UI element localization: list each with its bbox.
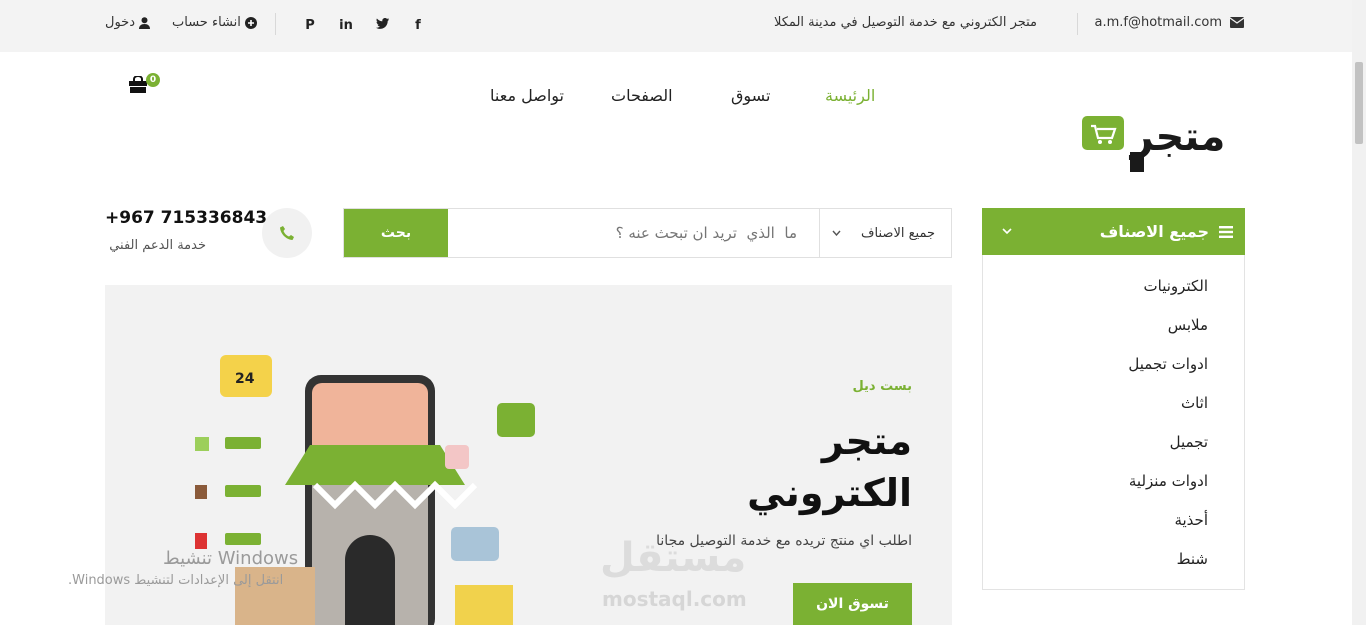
chevron-down-icon <box>832 230 841 236</box>
category-item[interactable]: ادوات منزلية <box>983 462 1244 501</box>
envelope-icon <box>1230 17 1244 28</box>
category-item[interactable]: ادوات تجميل <box>983 345 1244 384</box>
phone-icon <box>280 226 294 240</box>
category-list: الكترونيات ملابس ادوات تجميل اثاث تجميل … <box>982 255 1245 590</box>
phone-icon-circle <box>262 208 312 258</box>
login-link[interactable]: دخول <box>105 15 150 30</box>
email-text: a.m.f@hotmail.com <box>1094 15 1222 30</box>
top-bar: a.m.f@hotmail.com متجر الكتروني مع خدمة … <box>0 0 1352 52</box>
divider <box>1077 13 1078 35</box>
category-item[interactable]: شنط <box>983 540 1244 579</box>
watermark-latin: mostaql.com <box>602 587 747 611</box>
linkedin-icon[interactable]: in <box>328 18 364 33</box>
auth-links: انشاء حساب دخول <box>105 15 257 30</box>
hero-title-line2: الكتروني <box>747 471 912 515</box>
signup-link[interactable]: انشاء حساب <box>172 15 257 30</box>
cart-count-badge: 0 <box>146 73 160 87</box>
category-item[interactable]: أحذية <box>983 501 1244 540</box>
support-label: خدمة الدعم الفني <box>109 238 206 253</box>
category-item[interactable]: الكترونيات <box>983 267 1244 306</box>
site-logo[interactable]: متجر <box>1082 114 1232 172</box>
search-bar: بحث جميع الاصناف <box>343 208 952 258</box>
hero-eyebrow: بست ديل <box>852 379 912 394</box>
search-input[interactable] <box>448 209 819 257</box>
user-icon <box>139 16 150 29</box>
category-item[interactable]: ملابس <box>983 306 1244 345</box>
nav-contact[interactable]: تواصل معنا <box>474 86 564 105</box>
search-button[interactable]: بحث <box>344 209 448 257</box>
category-menu-header[interactable]: جميع الاصناف <box>982 208 1245 255</box>
windows-activation-title: تنشيط Windows <box>163 548 299 569</box>
contact-email[interactable]: a.m.f@hotmail.com <box>1094 15 1244 30</box>
site-header: 0 الرئيسة تسوق الصفحات تواصل معنا متجر <box>0 52 1352 202</box>
category-item[interactable]: تجميل <box>983 423 1244 462</box>
chevron-down-icon <box>1002 228 1012 235</box>
plus-circle-icon <box>244 16 257 29</box>
divider <box>275 13 276 35</box>
windows-activation-text: انتقل إلى الإعدادات لتنشيط Windows. <box>68 573 284 588</box>
page-scrollbar[interactable] <box>1352 0 1366 625</box>
svg-text:24: 24 <box>235 371 255 387</box>
menu-icon <box>1219 225 1233 238</box>
facebook-icon[interactable]: f <box>400 18 436 33</box>
social-links: P in f <box>292 18 436 33</box>
nav-pages[interactable]: الصفحات <box>611 86 673 105</box>
hero-title-line1: متجر <box>821 419 912 463</box>
scrollbar-thumb[interactable] <box>1355 62 1363 144</box>
support-phone[interactable]: +967 715336843 <box>105 208 267 228</box>
category-select-value: جميع الاصناف <box>861 225 935 241</box>
category-select[interactable]: جميع الاصناف <box>819 209 951 257</box>
hero-title: متجر الكتروني <box>747 415 912 519</box>
store-tagline: متجر الكتروني مع خدمة التوصيل في مدينة ا… <box>774 15 1038 30</box>
category-menu-title: جميع الاصناف <box>1099 222 1209 241</box>
pinterest-icon[interactable]: P <box>292 18 328 33</box>
category-item[interactable]: اثاث <box>983 384 1244 423</box>
cart-button[interactable]: 0 <box>129 73 163 100</box>
hero-subtitle: اطلب اي منتج تريده مع خدمة التوصيل مجانا <box>656 533 912 549</box>
nav-shop[interactable]: تسوق <box>731 86 770 105</box>
twitter-icon[interactable] <box>364 18 400 33</box>
nav-home[interactable]: الرئيسة <box>825 86 875 105</box>
shopping-bag-icon <box>129 75 147 93</box>
category-menu: جميع الاصناف الكترونيات ملابس ادوات تجمي… <box>982 208 1245 590</box>
shop-now-button[interactable]: تسوق الان <box>793 583 912 625</box>
